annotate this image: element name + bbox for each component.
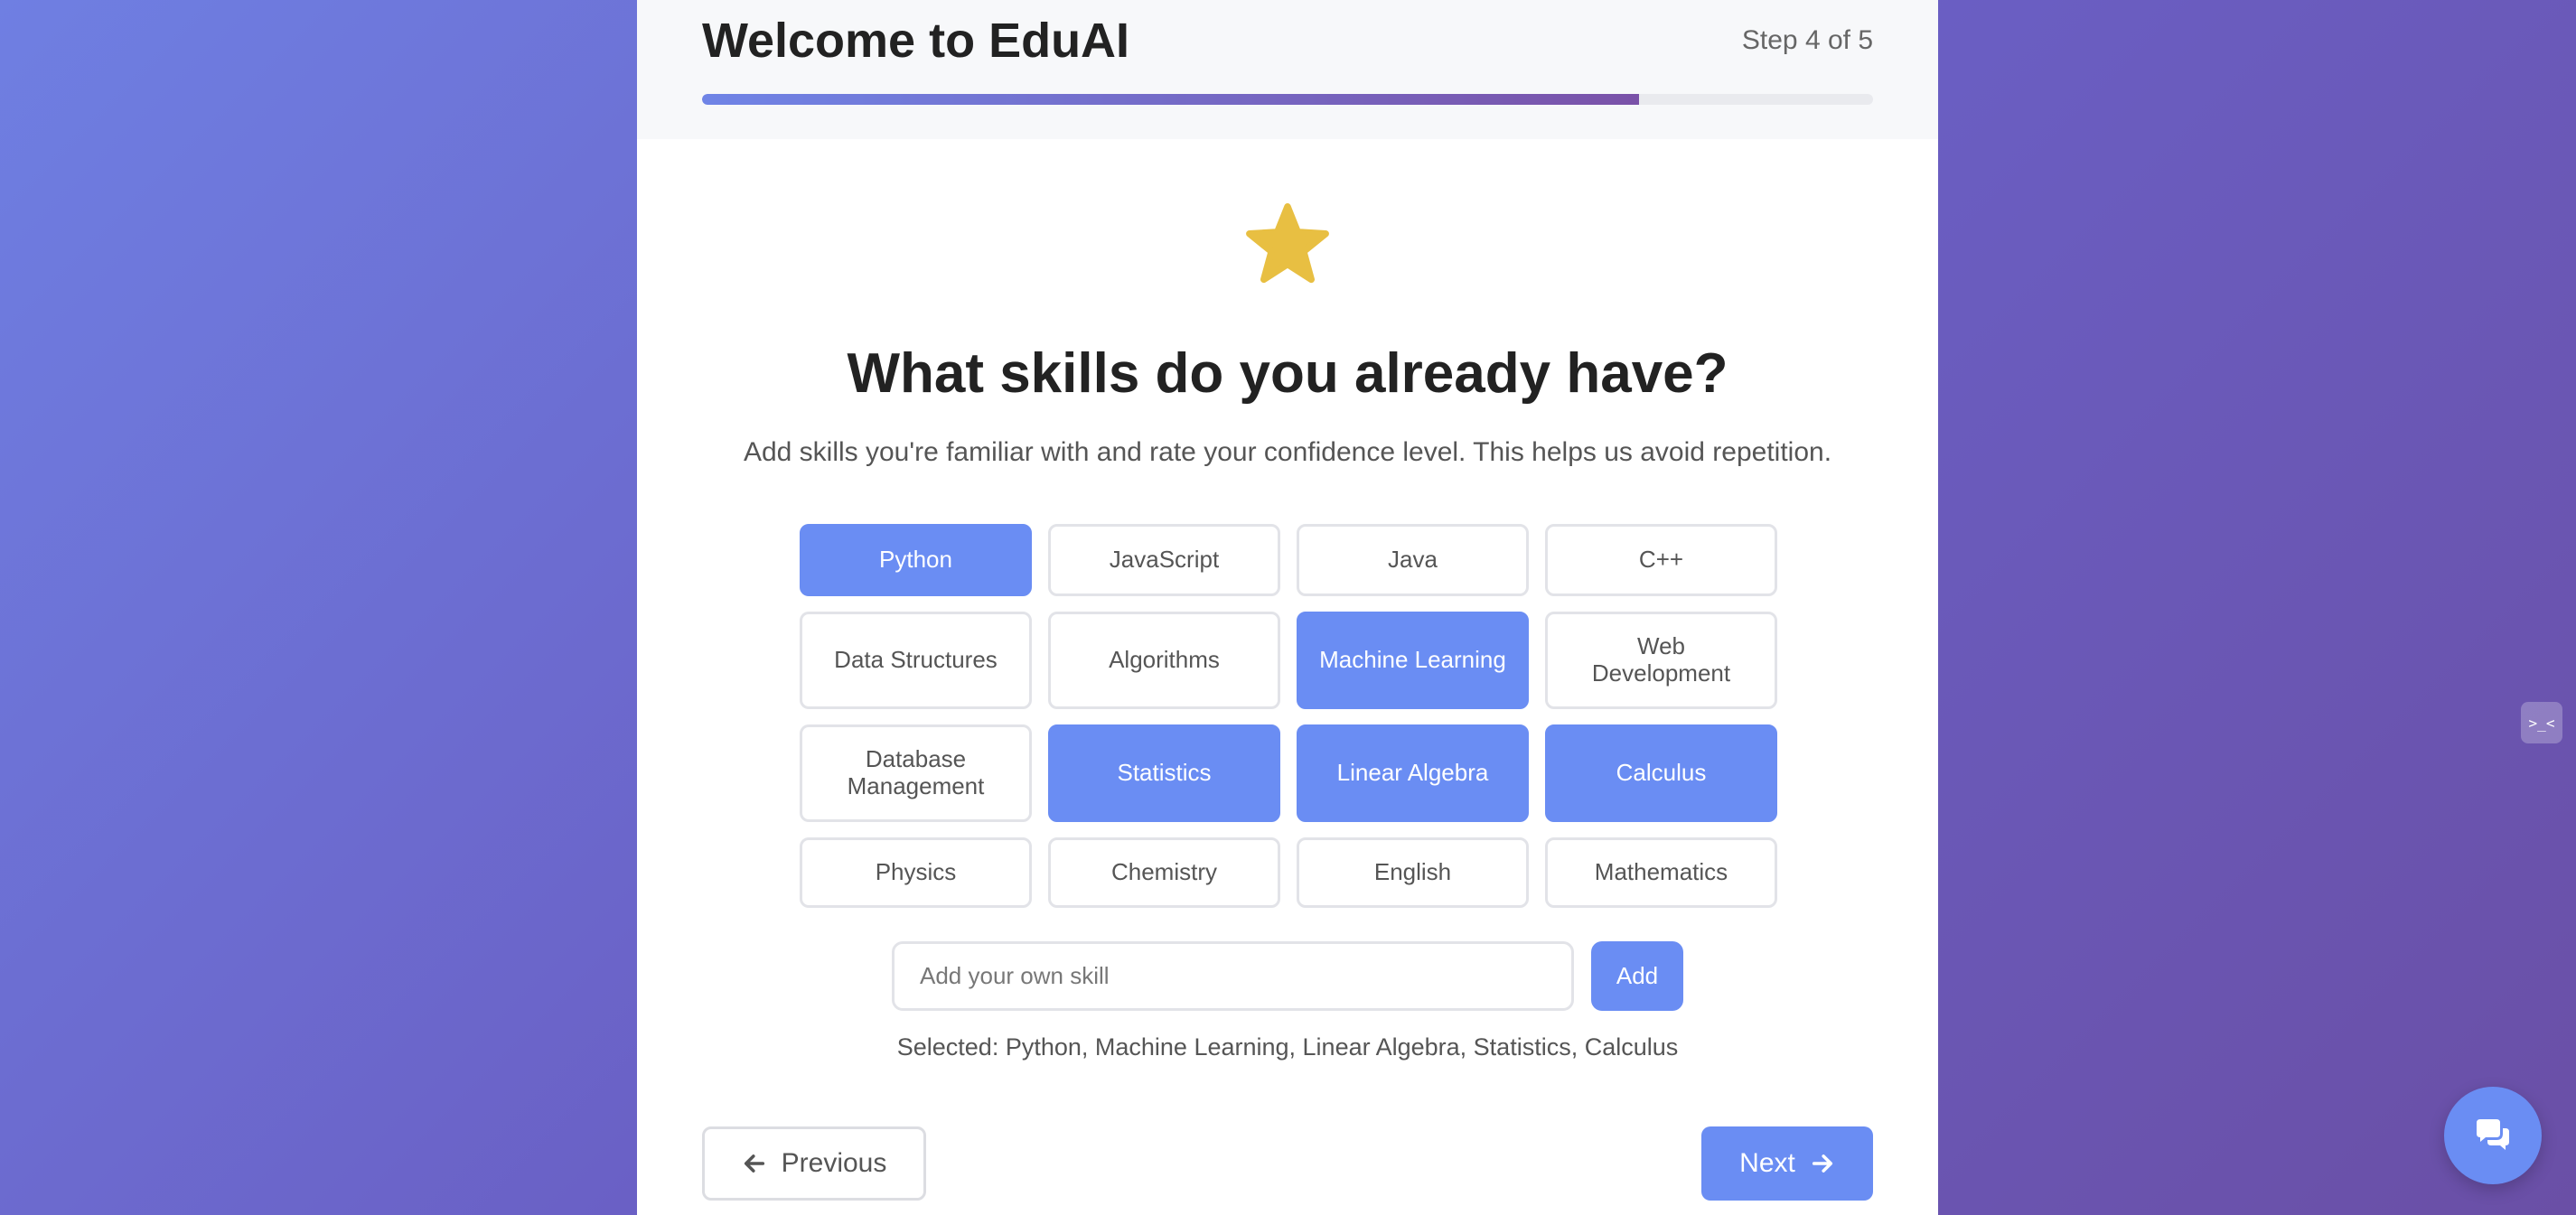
- progress-bar-fill: [702, 94, 1639, 105]
- arrow-left-icon: [744, 1154, 764, 1173]
- skill-chip-java[interactable]: Java: [1297, 524, 1529, 596]
- skill-chip-chemistry[interactable]: Chemistry: [1048, 837, 1280, 908]
- next-button-label: Next: [1739, 1148, 1795, 1178]
- side-panel-icon: >_<: [2528, 714, 2555, 732]
- step-subtitle: Add skills you're familiar with and rate…: [743, 437, 1832, 467]
- skill-chip-web-development[interactable]: Web Development: [1545, 612, 1777, 709]
- add-skill-button[interactable]: Add: [1591, 941, 1683, 1011]
- custom-skill-input[interactable]: [892, 941, 1574, 1011]
- step-indicator: Step 4 of 5: [1741, 25, 1873, 55]
- chat-bubbles-icon: [2477, 1119, 2509, 1150]
- skill-chip-physics[interactable]: Physics: [800, 837, 1032, 908]
- skill-chip-database-management[interactable]: Database Management: [800, 724, 1032, 822]
- skill-chip-machine-learning[interactable]: Machine Learning: [1297, 612, 1529, 709]
- skill-chip-data-structures[interactable]: Data Structures: [800, 612, 1032, 709]
- skill-chip-mathematics[interactable]: Mathematics: [1545, 837, 1777, 908]
- star-icon: [1246, 203, 1329, 284]
- skill-chip-english[interactable]: English: [1297, 837, 1529, 908]
- skill-chip-python[interactable]: Python: [800, 524, 1032, 596]
- chat-button[interactable]: [2444, 1087, 2542, 1184]
- step-heading: What skills do you already have?: [847, 342, 1728, 405]
- onboarding-card: Welcome to EduAI Step 4 of 5 What skills…: [637, 0, 1938, 1215]
- skill-chip-c-[interactable]: C++: [1545, 524, 1777, 596]
- side-panel-toggle[interactable]: >_<: [2521, 702, 2562, 743]
- skill-chip-linear-algebra[interactable]: Linear Algebra: [1297, 724, 1529, 822]
- selected-skills-summary: Selected: Python, Machine Learning, Line…: [896, 1033, 1679, 1061]
- progress-bar: [702, 94, 1873, 105]
- skill-chip-javascript[interactable]: JavaScript: [1048, 524, 1280, 596]
- arrow-right-icon: [1812, 1154, 1832, 1173]
- card-header: Welcome to EduAI Step 4 of 5: [637, 0, 1938, 139]
- previous-button-label: Previous: [781, 1148, 887, 1178]
- skill-chip-algorithms[interactable]: Algorithms: [1048, 612, 1280, 709]
- page-title: Welcome to EduAI: [702, 14, 1130, 68]
- skill-chip-calculus[interactable]: Calculus: [1545, 724, 1777, 822]
- previous-button[interactable]: Previous: [702, 1126, 926, 1201]
- next-button[interactable]: Next: [1701, 1126, 1873, 1201]
- skill-chip-statistics[interactable]: Statistics: [1048, 724, 1280, 822]
- star-shape: [1246, 203, 1329, 284]
